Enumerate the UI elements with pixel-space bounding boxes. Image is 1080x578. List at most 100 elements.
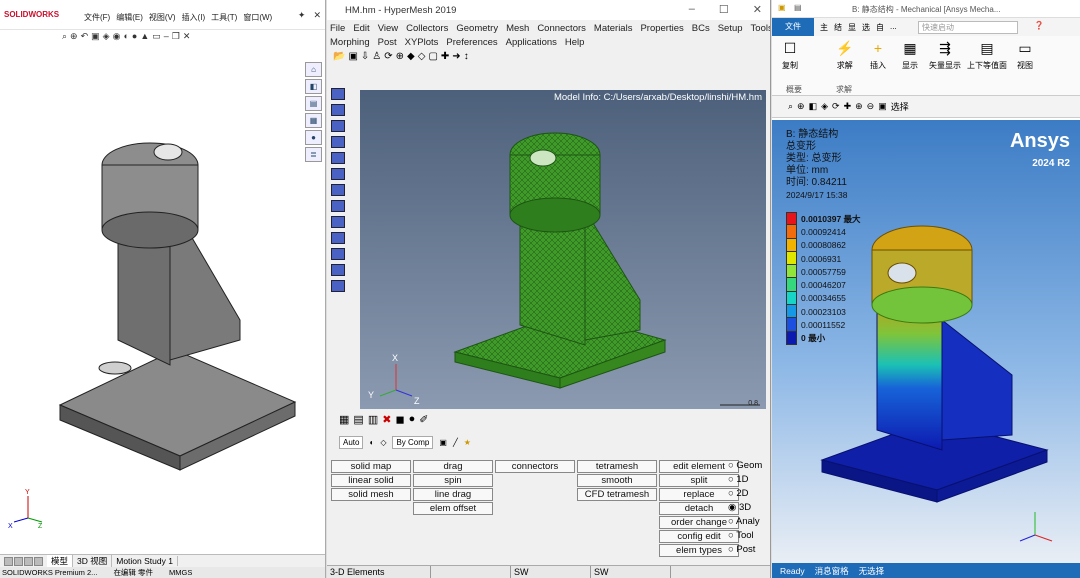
display-mode-select[interactable]: Auto <box>339 436 364 449</box>
shading-icon[interactable]: ◐ <box>369 438 374 447</box>
drag-button[interactable]: drag <box>413 460 493 473</box>
smooth-button[interactable]: smooth <box>577 474 657 487</box>
material-icon[interactable] <box>331 136 345 148</box>
tab-selection[interactable]: 选 <box>862 22 870 33</box>
arrow-icon[interactable]: ➜ <box>452 51 460 62</box>
menu-view[interactable]: 视图(V) <box>149 12 176 23</box>
component-icon[interactable] <box>331 104 345 116</box>
radio-geom[interactable]: ○ Geom <box>728 460 762 471</box>
zoom-icon[interactable]: ⌕ <box>788 101 793 112</box>
color-mode-select[interactable]: By Comp <box>392 436 434 449</box>
sphere-icon[interactable]: ● <box>409 413 416 426</box>
menu-edit[interactable]: Edit <box>353 23 369 34</box>
mask-icon[interactable] <box>331 168 345 180</box>
plot-icon[interactable] <box>331 280 345 292</box>
radio-post[interactable]: ○ Post <box>728 544 755 555</box>
restore-icon[interactable]: ❐ <box>172 31 180 42</box>
connectors-button[interactable]: connectors <box>495 460 575 473</box>
zoom-icon[interactable]: ⊕ <box>396 51 404 62</box>
zoom-in-icon[interactable]: ⊕ <box>855 101 863 112</box>
menu-edit[interactable]: 编辑(E) <box>116 12 143 23</box>
collector-icon[interactable] <box>331 88 345 100</box>
tab-automation[interactable]: 自 <box>876 22 884 33</box>
minimize-icon[interactable]: – <box>164 31 169 42</box>
detach-button[interactable]: detach <box>659 502 739 515</box>
display-button[interactable]: ▦ 显示 <box>902 40 918 71</box>
pin-icon[interactable]: ✦ <box>298 10 306 21</box>
tip-icon[interactable]: ✐ <box>419 413 428 426</box>
tab-model[interactable]: 模型 <box>47 555 74 567</box>
next-tab-icon[interactable] <box>24 556 33 566</box>
elem-types-button[interactable]: elem types <box>659 544 739 557</box>
radio-analysis[interactable]: ○ Analy <box>728 516 760 527</box>
menu-file[interactable]: 文件(F) <box>84 12 110 23</box>
ansys-viewport[interactable]: Ansys 2024 R2 B: 静态结构 总变形 类型: 总变形 单位: mm… <box>772 120 1080 563</box>
status-units[interactable]: MMGS <box>169 568 192 577</box>
close-icon[interactable]: ✕ <box>753 3 762 16</box>
display-style-icon[interactable]: ◉ <box>113 31 121 42</box>
model-icon[interactable]: ◧ <box>809 101 818 112</box>
menu-setup[interactable]: Setup <box>718 23 743 34</box>
isosurface-button[interactable]: ▤ 上下等值面 <box>967 40 1007 71</box>
view-iso-icon[interactable]: ◇ <box>418 51 426 62</box>
solve-button[interactable]: ⚡ 求解 <box>836 40 853 71</box>
tab-more[interactable]: ... <box>890 22 897 31</box>
tab-display[interactable]: 显 <box>848 22 856 33</box>
order-change-button[interactable]: order change <box>659 516 739 529</box>
view-orientation-icon[interactable]: ◈ <box>103 31 110 42</box>
split-button[interactable]: split <box>659 474 739 487</box>
numbers-icon[interactable] <box>331 200 345 212</box>
rotate-icon[interactable]: ⟳ <box>832 101 840 112</box>
menu-post[interactable]: Post <box>378 37 397 48</box>
hypermesh-viewport[interactable]: Model Info: C:/Users/arxab/Desktop/linsh… <box>360 90 766 409</box>
mesh-model[interactable]: X Y Z <box>360 90 766 409</box>
last-tab-icon[interactable] <box>34 556 43 566</box>
property-color-icon[interactable]: ▥ <box>368 413 378 426</box>
replace-button[interactable]: replace <box>659 488 739 501</box>
close-icon[interactable]: ✕ <box>313 10 321 21</box>
save-icon[interactable]: ▣ <box>348 51 357 62</box>
copy-button[interactable]: ☐ 复制 <box>782 40 798 71</box>
element-icon[interactable]: ▣ <box>439 438 447 447</box>
scene-icon[interactable]: ▲ <box>140 31 149 42</box>
open-icon[interactable]: 📂 <box>333 51 345 62</box>
menu-collectors[interactable]: Collectors <box>406 23 448 34</box>
zoom-fit-icon[interactable]: ⊕ <box>797 101 805 112</box>
line-icon[interactable]: ╱ <box>453 438 458 447</box>
line-drag-button[interactable]: line drag <box>413 488 493 501</box>
tetramesh-button[interactable]: tetramesh <box>577 460 657 473</box>
zoom-fit-icon[interactable]: ⌕ <box>62 31 67 42</box>
save-icon[interactable]: ▤ <box>794 3 802 12</box>
select-label[interactable]: 选择 <box>891 100 909 113</box>
menu-xyplots[interactable]: XYPlots <box>405 37 439 48</box>
solid-map-button[interactable]: solid map <box>331 460 411 473</box>
radio-3d[interactable]: ◉ 3D <box>728 502 751 513</box>
menu-geometry[interactable]: Geometry <box>456 23 498 34</box>
delete-icon[interactable]: ✖ <box>382 413 391 426</box>
pan-icon[interactable]: ✚ <box>844 101 852 112</box>
help-icon[interactable]: ❓ <box>1034 21 1044 30</box>
abc2-icon[interactable] <box>331 264 345 276</box>
menu-applications[interactable]: Applications <box>506 37 557 48</box>
radio-1d[interactable]: ○ 1D <box>728 474 749 485</box>
menu-materials[interactable]: Materials <box>594 23 633 34</box>
measure-icon[interactable] <box>331 216 345 228</box>
tab-motion-study[interactable]: Motion Study 1 <box>112 556 178 566</box>
menu-bcs[interactable]: BCs <box>692 23 710 34</box>
vector-display-button[interactable]: ⇶ 矢量显示 <box>929 40 961 71</box>
deformation-model[interactable] <box>772 120 1080 563</box>
elem-offset-button[interactable]: elem offset <box>413 502 493 515</box>
import-icon[interactable]: ⇩ <box>361 51 369 62</box>
component-color-icon[interactable]: ▦ <box>339 413 349 426</box>
section-view-icon[interactable]: ▣ <box>91 31 100 42</box>
pan-icon[interactable]: ✚ <box>441 51 449 62</box>
config-edit-button[interactable]: config edit <box>659 530 739 543</box>
menu-mesh[interactable]: Mesh <box>506 23 529 34</box>
star-icon[interactable]: ★ <box>464 438 471 447</box>
messages-pane-link[interactable]: 消息窗格 <box>815 565 849 577</box>
menu-properties[interactable]: Properties <box>640 23 683 34</box>
menu-file[interactable]: File <box>330 23 345 34</box>
load-icon[interactable] <box>331 152 345 164</box>
close-doc-icon[interactable]: ✕ <box>183 31 191 42</box>
zoom-out-icon[interactable]: ⊖ <box>867 101 875 112</box>
